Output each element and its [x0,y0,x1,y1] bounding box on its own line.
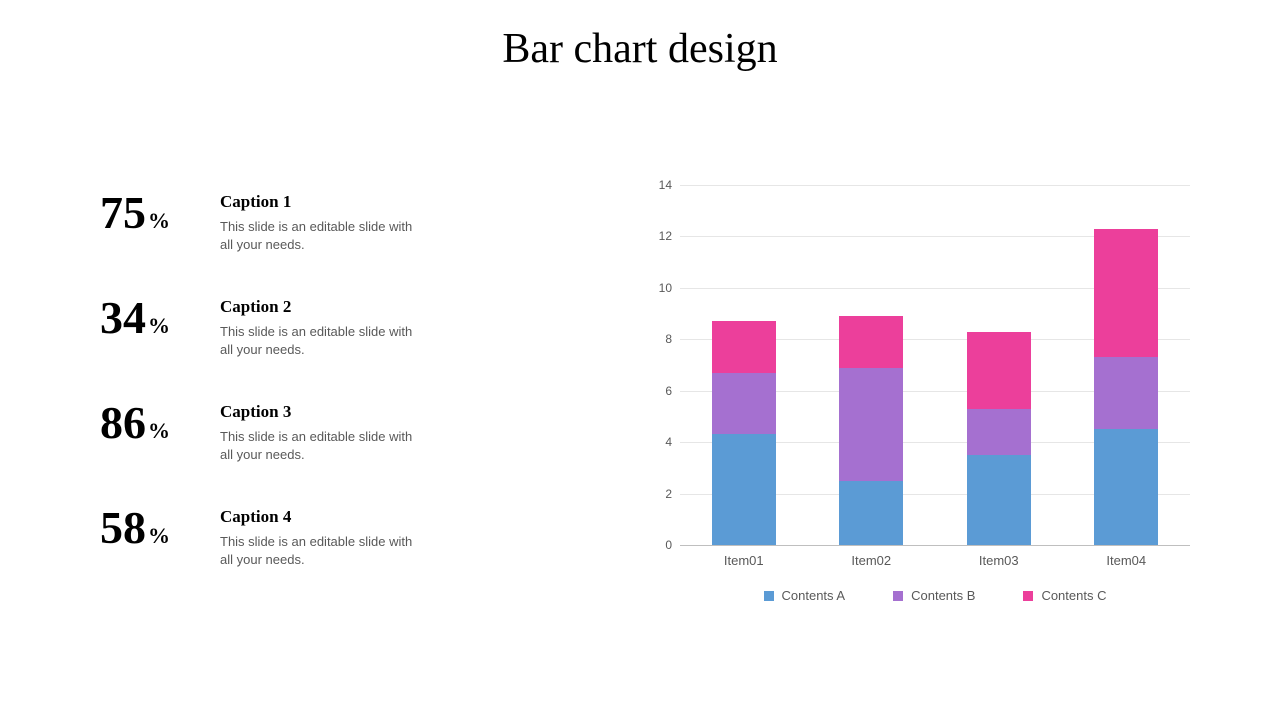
y-tick-label: 14 [642,178,680,192]
caption-body: This slide is an editable slide with all… [220,323,420,358]
percent-symbol: % [148,208,170,233]
percent-symbol: % [148,418,170,443]
legend-item: Contents B [893,588,975,603]
stat-number: 34 [100,292,146,343]
bar-segment [839,316,903,367]
stat-percent: 86% [100,400,210,446]
bar-segment [1094,429,1158,545]
bar-group: Item01 [712,321,776,545]
stacked-bar-chart: 02468101214Item01Item02Item03Item04 Cont… [640,185,1200,615]
stat-number: 86 [100,397,146,448]
bar-segment [1094,357,1158,429]
bar-segment [712,373,776,435]
legend-swatch [1023,591,1033,601]
legend: Contents A Contents B Contents C [680,588,1190,603]
legend-label: Contents B [911,588,975,603]
page-title: Bar chart design [0,25,1280,73]
stat-caption-block: Caption 4 This slide is an editable slide… [220,507,420,568]
legend-item: Contents C [1023,588,1106,603]
x-tick-label: Item04 [1106,553,1146,568]
stat-number: 58 [100,502,146,553]
caption-body: This slide is an editable slide with all… [220,428,420,463]
plot-area: 02468101214Item01Item02Item03Item04 [680,185,1190,546]
x-tick-label: Item02 [851,553,891,568]
y-tick-label: 12 [642,229,680,243]
bar-group: Item02 [839,316,903,545]
bar-segment [712,434,776,545]
legend-label: Contents C [1041,588,1106,603]
percent-symbol: % [148,523,170,548]
stats-column: 75% Caption 1 This slide is an editable sl… [100,190,480,610]
stat-caption-block: Caption 3 This slide is an editable slide… [220,402,420,463]
bar-segment [839,481,903,545]
legend-swatch [764,591,774,601]
bar-group: Item04 [1094,229,1158,545]
bar-segment [967,455,1031,545]
caption-title: Caption 1 [220,192,420,212]
stat-percent: 58% [100,505,210,551]
stat-row: 86% Caption 3 This slide is an editable sl… [100,400,480,463]
caption-title: Caption 4 [220,507,420,527]
caption-title: Caption 2 [220,297,420,317]
stat-row: 58% Caption 4 This slide is an editable sl… [100,505,480,568]
percent-symbol: % [148,313,170,338]
bar-segment [967,332,1031,409]
stat-row: 75% Caption 1 This slide is an editable sl… [100,190,480,253]
legend-swatch [893,591,903,601]
grid-line [680,185,1190,186]
y-tick-label: 2 [642,487,680,501]
stat-caption-block: Caption 2 This slide is an editable slide… [220,297,420,358]
caption-body: This slide is an editable slide with all… [220,533,420,568]
x-tick-label: Item03 [979,553,1019,568]
y-tick-label: 4 [642,435,680,449]
stat-number: 75 [100,187,146,238]
bar-segment [712,321,776,372]
stat-percent: 75% [100,190,210,236]
y-tick-label: 6 [642,384,680,398]
y-tick-label: 8 [642,332,680,346]
slide: Bar chart design 75% Caption 1 This slide … [0,0,1280,720]
bar-group: Item03 [967,332,1031,545]
caption-body: This slide is an editable slide with all… [220,218,420,253]
x-tick-label: Item01 [724,553,764,568]
legend-item: Contents A [764,588,846,603]
bar-segment [1094,229,1158,358]
stat-row: 34% Caption 2 This slide is an editable sl… [100,295,480,358]
legend-label: Contents A [782,588,846,603]
stat-percent: 34% [100,295,210,341]
y-tick-label: 10 [642,281,680,295]
bar-segment [839,368,903,481]
bar-segment [967,409,1031,455]
stat-caption-block: Caption 1 This slide is an editable slide… [220,192,420,253]
y-tick-label: 0 [642,538,680,552]
caption-title: Caption 3 [220,402,420,422]
